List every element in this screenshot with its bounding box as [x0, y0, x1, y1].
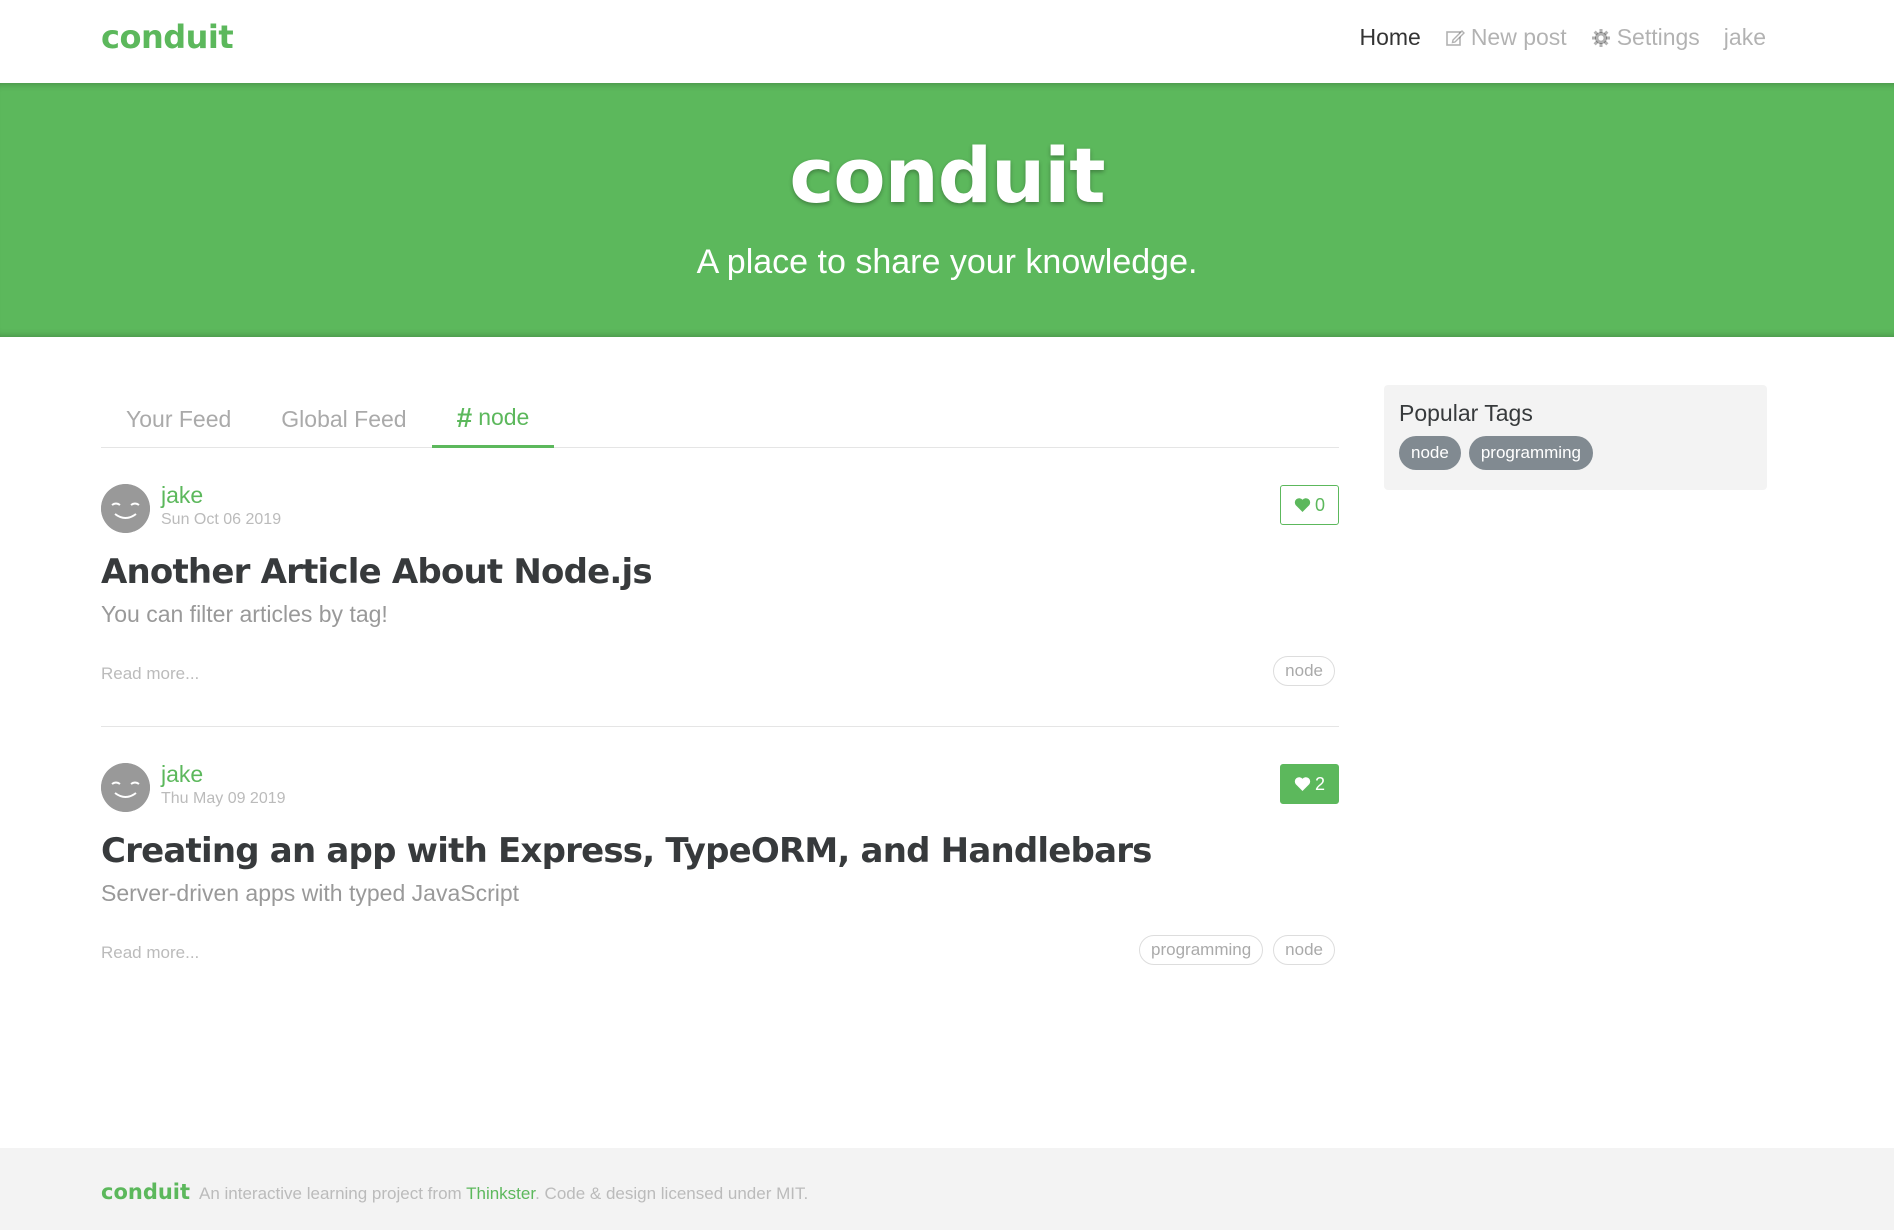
avatar[interactable]	[101, 763, 150, 812]
banner: conduit A place to share your knowledge.	[0, 83, 1894, 337]
nav-home[interactable]: Home	[1359, 24, 1420, 51]
nav-settings[interactable]: Settings	[1591, 24, 1700, 51]
heart-icon	[1294, 498, 1311, 512]
feed-tabs: Your Feed Global Feed # node	[101, 390, 1339, 448]
footer: conduit An interactive learning project …	[0, 1148, 1894, 1230]
hash-icon: #	[456, 401, 473, 433]
tab-global-feed-label: Global Feed	[281, 405, 407, 432]
smiley-avatar-icon	[101, 484, 150, 533]
footer-text-after: . Code & design licensed under MIT.	[535, 1184, 809, 1203]
article-title[interactable]: Another Article About Node.js	[101, 552, 653, 592]
banner-title: conduit	[789, 131, 1105, 220]
favorite-count: 0	[1314, 494, 1325, 515]
article-title[interactable]: Creating an app with Express, TypeORM, a…	[101, 831, 1152, 871]
tag-node[interactable]: node	[1273, 656, 1335, 686]
tag-list: programming node	[1139, 935, 1335, 965]
nav-profile[interactable]: jake	[1724, 24, 1766, 51]
author-link[interactable]: jake	[161, 761, 203, 788]
article-date: Thu May 09 2019	[161, 790, 286, 807]
nav-home-label: Home	[1359, 24, 1421, 50]
heart-icon	[1294, 777, 1311, 791]
favorite-count: 2	[1314, 773, 1325, 794]
article-description: Server-driven apps with typed JavaScript	[101, 880, 520, 906]
popular-tags-sidebar: Popular Tags node programming	[1384, 385, 1767, 490]
banner-subtitle: A place to share your knowledge.	[696, 243, 1198, 281]
article-description: You can filter articles by tag!	[101, 601, 388, 627]
popular-tag-programming[interactable]: programming	[1468, 436, 1593, 470]
navbar-brand[interactable]: conduit	[101, 18, 234, 56]
read-more-link[interactable]: Read more...	[101, 943, 199, 963]
article-date: Sun Oct 06 2019	[161, 511, 282, 528]
navbar: conduit Home New post Settings jake	[0, 0, 1894, 82]
gear-icon	[1591, 28, 1610, 47]
tab-tag-node-label: node	[478, 404, 530, 430]
nav-settings-label: Settings	[1616, 24, 1700, 50]
nav-new-post-label: New post	[1470, 24, 1567, 50]
tag-node[interactable]: node	[1273, 935, 1335, 965]
tab-tag-node[interactable]: # node	[431, 390, 555, 448]
tab-your-feed[interactable]: Your Feed	[101, 390, 256, 448]
tab-global-feed[interactable]: Global Feed	[256, 390, 431, 448]
article-preview: jake Thu May 09 2019 2 Creating an app w…	[101, 727, 1339, 1006]
favorite-button[interactable]: 2	[1280, 764, 1339, 804]
footer-text-before: An interactive learning project from	[199, 1184, 467, 1203]
footer-brand[interactable]: conduit	[101, 1180, 190, 1204]
tag-programming[interactable]: programming	[1139, 935, 1264, 965]
popular-tag-node[interactable]: node	[1399, 436, 1461, 470]
footer-attribution: An interactive learning project from Thi…	[199, 1184, 808, 1204]
thinkster-link[interactable]: Thinkster	[466, 1184, 535, 1203]
feed-toggle: Your Feed Global Feed # node	[101, 390, 1339, 448]
nav-links: Home New post Settings jake	[1359, 24, 1766, 51]
article-preview: jake Sun Oct 06 2019 0 Another Article A…	[101, 448, 1339, 727]
sidebar-title: Popular Tags	[1399, 400, 1533, 426]
edit-icon	[1446, 29, 1465, 46]
avatar[interactable]	[101, 484, 150, 533]
read-more-link[interactable]: Read more...	[101, 664, 199, 684]
tab-your-feed-label: Your Feed	[126, 405, 232, 432]
favorite-button[interactable]: 0	[1280, 485, 1339, 525]
tag-list: node	[1273, 656, 1335, 686]
popular-tag-list: node programming	[1399, 436, 1752, 470]
smiley-avatar-icon	[101, 763, 150, 812]
author-link[interactable]: jake	[161, 482, 203, 509]
nav-new-post[interactable]: New post	[1445, 24, 1567, 51]
nav-profile-label: jake	[1723, 24, 1766, 50]
